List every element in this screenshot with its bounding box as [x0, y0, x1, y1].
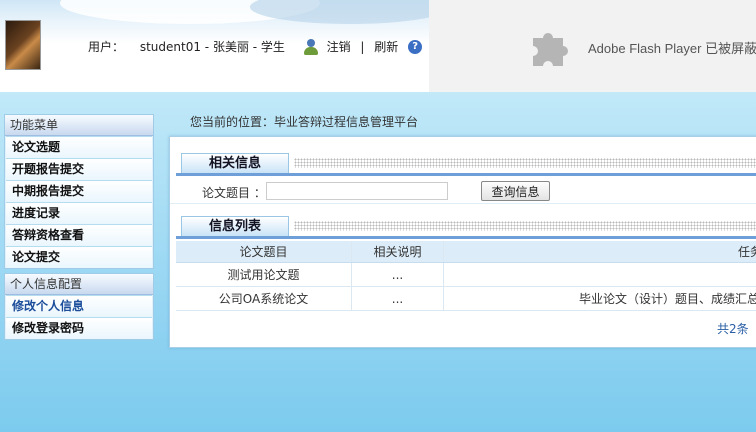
sidebar-item-thesis-submit[interactable]: 论文提交 — [6, 246, 152, 268]
sidebar-item-thesis-selection[interactable]: 论文选题 — [6, 136, 152, 158]
flash-blocked-message: Adobe Flash Player 已被屏蔽 — [588, 41, 756, 56]
section-header-info: 相关信息 — [176, 153, 756, 176]
section-header-list: 信息列表 — [176, 216, 756, 239]
header-banner: 用户： student01 - 张美丽 - 学生 注销 | 刷新 ? — [0, 0, 429, 92]
section-underline — [176, 236, 756, 239]
query-button[interactable]: 查询信息 — [481, 181, 550, 201]
dotted-divider — [294, 158, 756, 168]
pagination-summary: 共2条 — [717, 322, 749, 336]
sidebar-item-progress-record[interactable]: 进度记录 — [6, 202, 152, 224]
cell-task — [443, 262, 756, 287]
cell-notes-link[interactable]: ... — [351, 262, 444, 287]
breadcrumb: 您当前的位置：毕业答辩过程信息管理平台 — [190, 115, 419, 129]
dotted-divider — [294, 221, 756, 231]
table-header-row: 论文题目 相关说明 任务书 — [176, 241, 756, 263]
sidebar-item-edit-profile[interactable]: 修改个人信息 — [6, 295, 152, 317]
user-info-line: 用户： student01 - 张美丽 - 学生 注销 | 刷新 ? — [88, 38, 423, 55]
cell-task: 毕业论文（设计）题目、成绩汇总 — [443, 286, 756, 311]
cell-title: 测试用论文题 — [176, 262, 352, 287]
avatar — [5, 20, 41, 70]
cell-title: 公司OA系统论文 — [176, 286, 352, 311]
thesis-title-label: 论文题目 ： — [202, 186, 266, 200]
section-title: 相关信息 — [181, 153, 289, 174]
main-panel: 相关信息 论文题目 ： 查询信息 信息列表 论文题目 相关说明 任务书 测试用论… — [169, 136, 756, 348]
help-icon[interactable]: ? — [408, 39, 423, 54]
personal-config-menu: 个人信息配置 修改个人信息 修改登录密码 — [4, 273, 154, 340]
refresh-link[interactable]: 刷新 — [374, 40, 398, 54]
search-row: 论文题目 ： 查询信息 — [170, 177, 756, 204]
function-menu: 功能菜单 论文选题 开题报告提交 中期报告提交 进度记录 答辩资格查看 论文提交 — [4, 114, 154, 269]
user-label: 用户： — [88, 40, 125, 54]
table-row[interactable]: 测试用论文题 ... — [176, 262, 756, 287]
table-row[interactable]: 公司OA系统论文 ... 毕业论文（设计）题目、成绩汇总 — [176, 286, 756, 311]
sidebar-item-proposal-submit[interactable]: 开题报告提交 — [6, 158, 152, 180]
column-header-notes: 相关说明 — [351, 241, 444, 263]
sidebar-item-defense-eligibility[interactable]: 答辩资格查看 — [6, 224, 152, 246]
users-icon — [303, 38, 319, 55]
thesis-title-input[interactable] — [266, 182, 448, 200]
column-header-title: 论文题目 — [176, 241, 352, 263]
flash-placeholder[interactable]: Adobe Flash Player 已被屏蔽 — [429, 0, 756, 92]
menu-group-title: 个人信息配置 — [5, 274, 153, 295]
section-underline — [176, 173, 756, 176]
cell-notes-link[interactable]: ... — [351, 286, 444, 311]
column-header-task: 任务书 — [443, 241, 756, 263]
section-title: 信息列表 — [181, 216, 289, 237]
separator: | — [360, 39, 365, 54]
logout-link[interactable]: 注销 — [327, 40, 351, 54]
plugin-puzzle-icon — [533, 33, 568, 66]
banner-cloud — [250, 0, 429, 24]
user-value: student01 - 张美丽 - 学生 — [139, 40, 285, 54]
sidebar-item-midterm-submit[interactable]: 中期报告提交 — [6, 180, 152, 202]
sidebar-item-change-password[interactable]: 修改登录密码 — [6, 317, 152, 339]
menu-group-title: 功能菜单 — [5, 115, 153, 136]
info-table: 论文题目 相关说明 任务书 测试用论文题 ... 公司OA系统论文 ... 毕业… — [176, 241, 756, 311]
